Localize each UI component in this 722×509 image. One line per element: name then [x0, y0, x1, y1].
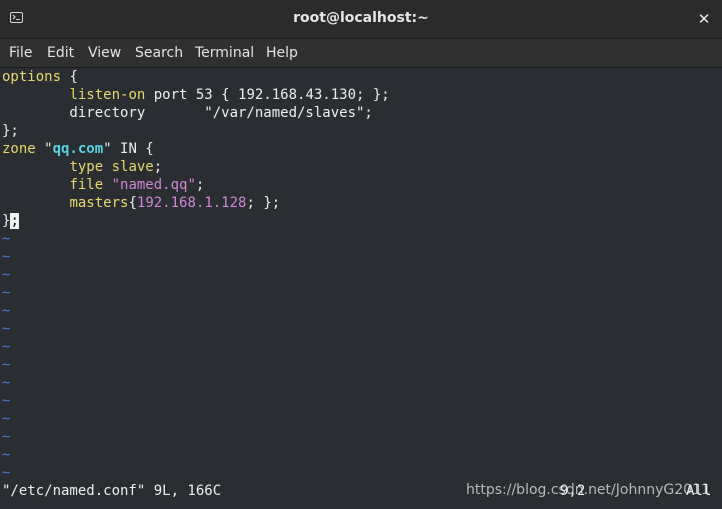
empty-line-tilde: ~: [2, 393, 11, 409]
code-token: zone: [2, 141, 36, 157]
scroll-indicator: All: [686, 483, 712, 499]
code-token: file: [69, 177, 104, 193]
code-token: " IN {: [103, 141, 154, 157]
empty-line-tilde: ~: [2, 357, 11, 373]
text-cursor: ;: [10, 213, 19, 229]
code-token: {: [128, 195, 137, 211]
empty-line-tilde: ~: [2, 429, 11, 445]
empty-line-tilde: ~: [2, 339, 11, 355]
terminal-window: root@localhost:~ ✕ File Edit View Search…: [0, 0, 722, 509]
code-token: masters: [69, 195, 129, 211]
editor-line[interactable]: options {: [2, 68, 78, 86]
code-token: ; };: [246, 195, 281, 211]
title-bar[interactable]: root@localhost:~ ✕: [0, 0, 722, 39]
code-token: options: [2, 69, 62, 85]
code-token: ": [35, 141, 53, 157]
code-token: };: [2, 123, 19, 139]
code-token: port 53 { 192.168.43.130; };: [145, 87, 390, 103]
empty-line-tilde: ~: [2, 231, 11, 247]
editor-line[interactable]: file "named.qq";: [2, 176, 204, 194]
window-title: root@localhost:~: [293, 10, 429, 26]
code-token: "named.qq": [111, 177, 196, 193]
empty-line-tilde: ~: [2, 375, 11, 391]
terminal-content[interactable]: options { listen-on port 53 { 192.168.43…: [0, 68, 722, 509]
editor-line[interactable]: zone "qq.com" IN {: [2, 140, 154, 158]
menu-bar: File Edit View Search Terminal Help: [0, 39, 722, 68]
empty-line-tilde: ~: [2, 465, 11, 481]
editor-line[interactable]: masters{192.168.1.128; };: [2, 194, 280, 212]
editor-line[interactable]: listen-on port 53 { 192.168.43.130; };: [2, 86, 390, 104]
code-token: ;: [195, 177, 205, 193]
empty-line-tilde: ~: [2, 303, 11, 319]
code-token: slave: [111, 159, 154, 175]
empty-line-tilde: ~: [2, 447, 11, 463]
menu-file[interactable]: File: [9, 45, 32, 61]
menu-help[interactable]: Help: [266, 45, 298, 61]
empty-line-tilde: ~: [2, 411, 11, 427]
empty-line-tilde: ~: [2, 267, 11, 283]
empty-line-tilde: ~: [2, 321, 11, 337]
code-token: type: [69, 159, 104, 175]
code-token: {: [61, 69, 78, 85]
empty-line-tilde: ~: [2, 285, 11, 301]
menu-view[interactable]: View: [88, 45, 121, 61]
code-token: 192.168.1.128: [136, 195, 247, 211]
vim-status-file-info: "/etc/named.conf" 9L, 166C: [2, 483, 222, 499]
editor-line[interactable]: directory "/var/named/slaves";: [2, 104, 373, 122]
code-token: ;: [153, 159, 163, 175]
close-button[interactable]: ✕: [694, 9, 714, 29]
empty-line-tilde: ~: [2, 249, 11, 265]
editor-line[interactable]: type slave;: [2, 158, 162, 176]
menu-search[interactable]: Search: [135, 45, 183, 61]
cursor-position: 9,2: [560, 483, 586, 499]
watermark: https://blog.csdn.net/JohnnyG2011: [466, 482, 710, 498]
editor-line[interactable]: };: [2, 212, 19, 230]
code-token: directory "/var/named/slaves";: [2, 105, 373, 121]
editor-line[interactable]: };: [2, 122, 19, 140]
code-token: qq.com: [52, 141, 104, 157]
code-token: listen-on: [69, 87, 146, 103]
menu-edit[interactable]: Edit: [47, 45, 74, 61]
menu-terminal[interactable]: Terminal: [195, 45, 254, 61]
